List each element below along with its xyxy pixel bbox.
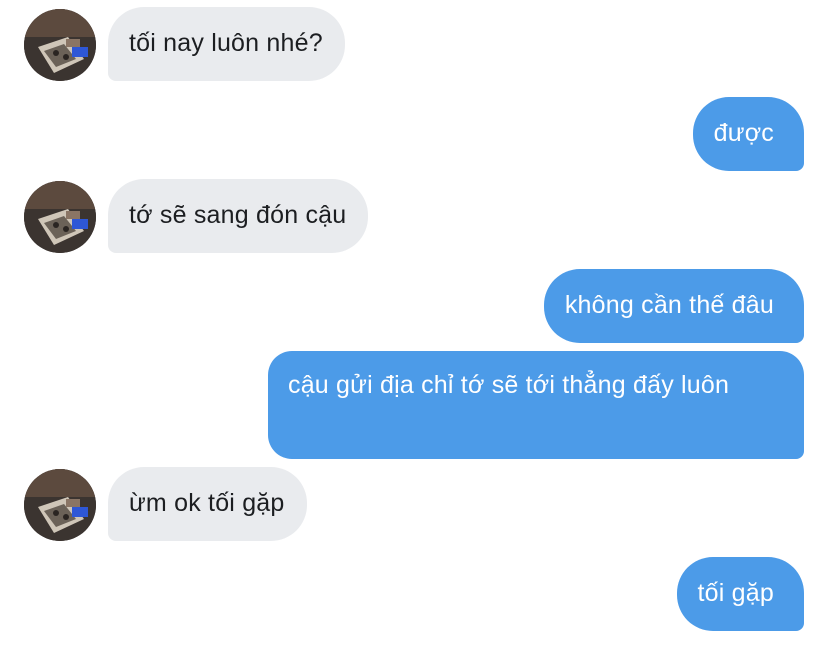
chat-thread: tối nay luôn nhé? được tớ sẽ sang đón cậ…	[0, 0, 828, 647]
message-bubble-outgoing[interactable]: cậu gửi địa chỉ tớ sẽ tới thẳng đấy luôn	[268, 351, 804, 459]
message-text: tối gặp	[697, 579, 774, 607]
contact-avatar[interactable]	[24, 181, 96, 253]
avatar-photo-icon	[24, 9, 96, 81]
message-bubble-incoming[interactable]: tớ sẽ sang đón cậu	[108, 179, 369, 253]
contact-avatar[interactable]	[24, 9, 96, 81]
avatar-photo-icon	[24, 469, 96, 541]
message-text: cậu gửi địa chỉ tớ sẽ tới thẳng đấy luôn	[288, 371, 730, 399]
contact-avatar[interactable]	[24, 469, 96, 541]
avatar-photo-icon	[24, 181, 96, 253]
message-text: tớ sẽ sang đón cậu	[129, 201, 347, 229]
message-text: tối nay luôn nhé?	[129, 29, 323, 57]
message-text: không cần thế đâu	[564, 291, 774, 319]
message-text: ừm ok tối gặp	[129, 489, 285, 517]
message-bubble-outgoing[interactable]: được	[692, 97, 804, 171]
message-bubble-incoming[interactable]: ừm ok tối gặp	[108, 467, 307, 541]
message-bubble-outgoing[interactable]: tối gặp	[676, 557, 804, 631]
message-text: được	[713, 119, 774, 147]
message-bubble-outgoing[interactable]: không cần thế đâu	[543, 269, 804, 343]
message-bubble-incoming[interactable]: tối nay luôn nhé?	[108, 7, 345, 81]
